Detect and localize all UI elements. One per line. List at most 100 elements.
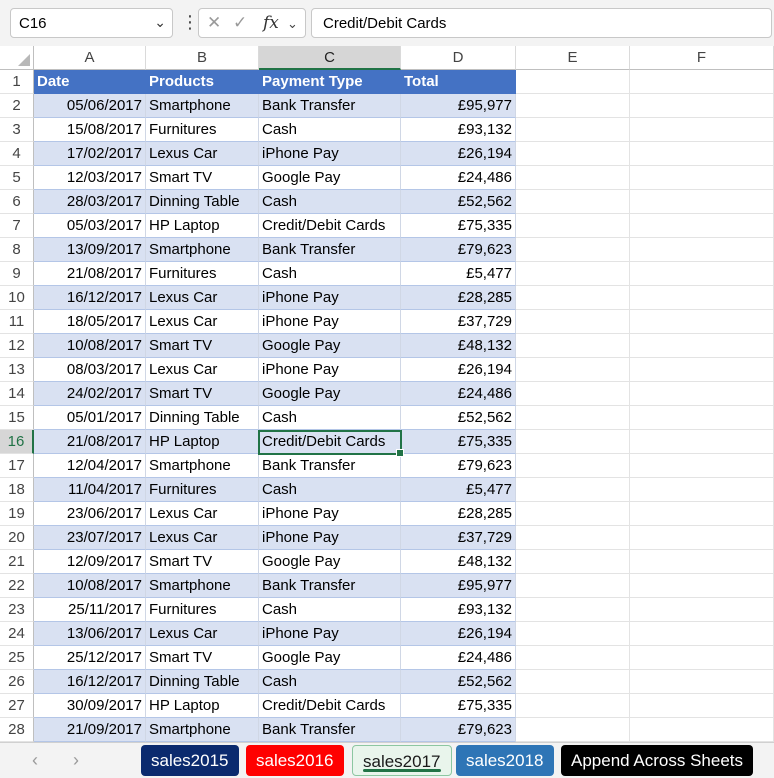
table-cell[interactable]: 16/12/2017 bbox=[34, 670, 146, 694]
table-cell[interactable]: £48,132 bbox=[401, 550, 516, 574]
empty-cell[interactable] bbox=[630, 454, 774, 478]
empty-cell[interactable] bbox=[630, 550, 774, 574]
empty-cell[interactable] bbox=[516, 646, 630, 670]
row-header[interactable]: 4 bbox=[0, 142, 34, 166]
row-header[interactable]: 1 bbox=[0, 70, 34, 94]
table-cell[interactable]: Smartphone bbox=[146, 718, 259, 742]
empty-cell[interactable] bbox=[516, 238, 630, 262]
table-cell[interactable]: Bank Transfer bbox=[259, 238, 401, 262]
empty-cell[interactable] bbox=[630, 406, 774, 430]
table-cell[interactable]: £28,285 bbox=[401, 286, 516, 310]
table-cell[interactable]: Cash bbox=[259, 670, 401, 694]
table-cell[interactable]: £75,335 bbox=[401, 214, 516, 238]
table-cell[interactable]: 24/02/2017 bbox=[34, 382, 146, 406]
empty-cell[interactable] bbox=[516, 142, 630, 166]
column-header-f[interactable]: F bbox=[630, 46, 774, 70]
table-cell[interactable]: Google Pay bbox=[259, 382, 401, 406]
table-cell[interactable]: Smartphone bbox=[146, 238, 259, 262]
empty-cell[interactable] bbox=[630, 190, 774, 214]
empty-cell[interactable] bbox=[630, 70, 774, 94]
table-cell[interactable]: 21/09/2017 bbox=[34, 718, 146, 742]
empty-cell[interactable] bbox=[516, 478, 630, 502]
row-header[interactable]: 10 bbox=[0, 286, 34, 310]
table-cell[interactable]: 05/06/2017 bbox=[34, 94, 146, 118]
table-cell[interactable]: Furnitures bbox=[146, 478, 259, 502]
table-cell[interactable]: 25/12/2017 bbox=[34, 646, 146, 670]
table-cell[interactable]: iPhone Pay bbox=[259, 286, 401, 310]
table-cell[interactable]: Lexus Car bbox=[146, 358, 259, 382]
worksheet-grid[interactable]: A B C D E F 1 Date Products Payment Type Total 2 05/… bbox=[0, 46, 774, 742]
empty-cell[interactable] bbox=[516, 310, 630, 334]
table-cell[interactable]: 13/06/2017 bbox=[34, 622, 146, 646]
row-header[interactable]: 8 bbox=[0, 238, 34, 262]
sheet-tab[interactable]: sales2015 bbox=[141, 745, 239, 776]
table-cell[interactable]: Lexus Car bbox=[146, 142, 259, 166]
table-cell[interactable]: 28/03/2017 bbox=[34, 190, 146, 214]
table-cell[interactable]: iPhone Pay bbox=[259, 358, 401, 382]
table-cell[interactable]: 12/09/2017 bbox=[34, 550, 146, 574]
table-cell[interactable]: Cash bbox=[259, 598, 401, 622]
row-header[interactable]: 27 bbox=[0, 694, 34, 718]
row-header[interactable]: 13 bbox=[0, 358, 34, 382]
table-cell[interactable]: £26,194 bbox=[401, 622, 516, 646]
empty-cell[interactable] bbox=[630, 574, 774, 598]
table-cell[interactable]: 12/03/2017 bbox=[34, 166, 146, 190]
empty-cell[interactable] bbox=[630, 430, 774, 454]
row-header[interactable]: 21 bbox=[0, 550, 34, 574]
empty-cell[interactable] bbox=[516, 214, 630, 238]
table-cell[interactable]: 23/06/2017 bbox=[34, 502, 146, 526]
row-header[interactable]: 3 bbox=[0, 118, 34, 142]
empty-cell[interactable] bbox=[516, 718, 630, 742]
empty-cell[interactable] bbox=[516, 118, 630, 142]
table-cell[interactable]: Smart TV bbox=[146, 334, 259, 358]
empty-cell[interactable] bbox=[630, 502, 774, 526]
empty-cell[interactable] bbox=[516, 286, 630, 310]
table-cell[interactable]: Cash bbox=[259, 118, 401, 142]
empty-cell[interactable] bbox=[516, 382, 630, 406]
table-cell[interactable]: Lexus Car bbox=[146, 526, 259, 550]
table-cell[interactable]: HP Laptop bbox=[146, 430, 259, 454]
table-cell[interactable]: iPhone Pay bbox=[259, 622, 401, 646]
table-cell[interactable]: £79,623 bbox=[401, 238, 516, 262]
row-header[interactable]: 15 bbox=[0, 406, 34, 430]
table-cell[interactable]: £95,977 bbox=[401, 574, 516, 598]
table-cell[interactable]: HP Laptop bbox=[146, 694, 259, 718]
empty-cell[interactable] bbox=[630, 670, 774, 694]
empty-cell[interactable] bbox=[516, 622, 630, 646]
table-cell[interactable]: 21/08/2017 bbox=[34, 430, 146, 454]
table-cell[interactable]: £24,486 bbox=[401, 382, 516, 406]
empty-cell[interactable] bbox=[630, 646, 774, 670]
empty-cell[interactable] bbox=[516, 454, 630, 478]
sheet-tab[interactable]: sales2016 bbox=[246, 745, 344, 776]
table-cell[interactable]: 10/08/2017 bbox=[34, 574, 146, 598]
table-cell[interactable]: 10/08/2017 bbox=[34, 334, 146, 358]
table-cell[interactable]: Cash bbox=[259, 406, 401, 430]
chevron-down-icon[interactable]: ⌄ bbox=[154, 14, 166, 31]
table-cell[interactable]: 18/05/2017 bbox=[34, 310, 146, 334]
table-cell[interactable]: Dinning Table bbox=[146, 190, 259, 214]
empty-cell[interactable] bbox=[630, 94, 774, 118]
table-cell[interactable]: Bank Transfer bbox=[259, 94, 401, 118]
table-header-cell[interactable]: Total bbox=[401, 70, 516, 94]
row-header[interactable]: 17 bbox=[0, 454, 34, 478]
table-cell[interactable]: Bank Transfer bbox=[259, 454, 401, 478]
table-cell[interactable]: 08/03/2017 bbox=[34, 358, 146, 382]
table-cell[interactable]: Dinning Table bbox=[146, 670, 259, 694]
table-cell[interactable]: 30/09/2017 bbox=[34, 694, 146, 718]
table-cell[interactable]: Smart TV bbox=[146, 550, 259, 574]
table-cell[interactable]: Google Pay bbox=[259, 334, 401, 358]
table-cell[interactable]: 17/02/2017 bbox=[34, 142, 146, 166]
table-cell[interactable]: Smart TV bbox=[146, 382, 259, 406]
select-all-corner[interactable] bbox=[0, 46, 34, 70]
empty-cell[interactable] bbox=[516, 430, 630, 454]
table-cell[interactable]: Smartphone bbox=[146, 574, 259, 598]
table-cell[interactable]: Smartphone bbox=[146, 94, 259, 118]
empty-cell[interactable] bbox=[630, 718, 774, 742]
table-cell[interactable]: iPhone Pay bbox=[259, 502, 401, 526]
table-cell[interactable]: Google Pay bbox=[259, 646, 401, 670]
table-cell[interactable]: £79,623 bbox=[401, 454, 516, 478]
table-cell[interactable]: Bank Transfer bbox=[259, 574, 401, 598]
table-header-cell[interactable]: Products bbox=[146, 70, 259, 94]
sheet-tab[interactable]: sales2017 bbox=[352, 745, 452, 776]
empty-cell[interactable] bbox=[516, 598, 630, 622]
